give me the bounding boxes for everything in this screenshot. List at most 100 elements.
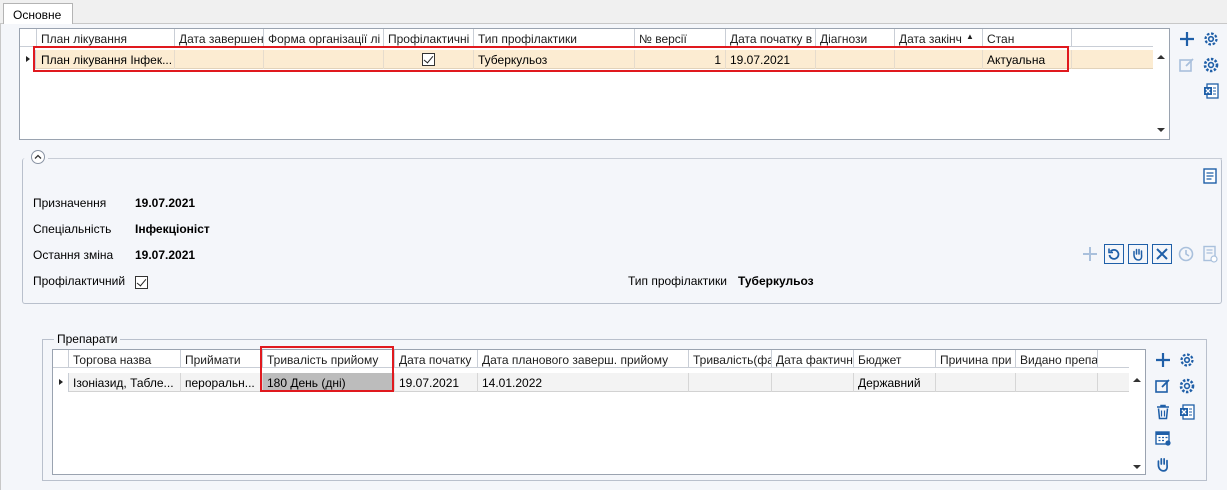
print-details-button[interactable]: [1200, 166, 1220, 186]
collapse-details-button[interactable]: [28, 147, 48, 167]
table-row[interactable]: Ізоніазид, Табле... пероральн... 180 Ден…: [53, 373, 1129, 392]
edit-plan-button[interactable]: [1177, 55, 1197, 75]
excel-export-icon: [1180, 404, 1195, 420]
cell-take[interactable]: пероральн...: [181, 373, 263, 392]
add-icon: [1156, 353, 1170, 367]
cell-fact-date[interactable]: [772, 373, 854, 392]
print-icon: [1203, 168, 1217, 184]
col-header-duration-fact[interactable]: Тривалість(фа: [689, 350, 772, 368]
details-panel-top-rule: [48, 158, 1222, 159]
cell-start[interactable]: 19.07.2021: [395, 373, 478, 392]
drug-settings-button[interactable]: [1177, 350, 1197, 370]
col-header-finish-date-label: Дата закінч: [899, 32, 962, 46]
delete-drug-button[interactable]: [1153, 402, 1173, 422]
grid-settings-icon: [1179, 378, 1195, 394]
tab-strip: Основне: [0, 0, 1227, 25]
hold-drug-button[interactable]: [1153, 454, 1173, 474]
tab-main-label: Основне: [13, 8, 62, 22]
add-drug-button[interactable]: [1153, 350, 1173, 370]
col-header-fact-date[interactable]: Дата фактичн: [772, 350, 854, 368]
restore-icon: [1108, 248, 1120, 260]
col-header-form[interactable]: Форма організації лі: [264, 29, 384, 47]
prevention-type-value: Туберкульоз: [738, 274, 814, 288]
cell-budget[interactable]: Державний: [854, 373, 936, 392]
col-header-trade-name[interactable]: Торгова назва: [69, 350, 181, 368]
scroll-down-icon[interactable]: [1133, 465, 1141, 469]
col-header-start[interactable]: Дата початку: [395, 350, 478, 368]
add-icon: [1083, 247, 1097, 261]
cell-planned-end[interactable]: 14.01.2022: [478, 373, 689, 392]
col-header-indicator: [20, 29, 37, 47]
col-header-preventive[interactable]: Профілактичні: [384, 29, 474, 47]
col-header-prevention-type[interactable]: Тип профілактики: [474, 29, 635, 47]
drugs-scrollbar[interactable]: [1129, 369, 1145, 474]
cell-reason[interactable]: [936, 373, 1016, 392]
plan-export-excel-button[interactable]: [1201, 81, 1221, 101]
hand-icon: [1133, 248, 1143, 261]
cell-duration-fact[interactable]: [689, 373, 772, 392]
document-button[interactable]: [1200, 244, 1220, 264]
col-header-start-date[interactable]: Дата початку в: [726, 29, 816, 47]
edit-icon: [1155, 379, 1170, 393]
cancel-button[interactable]: [1152, 244, 1172, 264]
col-header-plan[interactable]: План лікування: [37, 29, 175, 47]
sort-asc-icon: ▲: [966, 32, 974, 41]
highlight-duration: [260, 346, 394, 392]
drugs-grid: Торгова назва Приймати Тривалість прийом…: [52, 349, 1146, 475]
treatment-plan-header: План лікування Дата завершен Форма орган…: [20, 29, 1153, 47]
col-header-finish-date[interactable]: Дата закінч ▲: [895, 29, 983, 47]
edit-icon: [1179, 58, 1194, 72]
calendar-icon: [1155, 431, 1171, 446]
preventive-details-checkbox[interactable]: [135, 276, 148, 289]
col-header-budget[interactable]: Бюджет: [854, 350, 936, 368]
col-header-issued[interactable]: Видано препа: [1016, 350, 1098, 368]
settings-icon: [1204, 32, 1218, 46]
col-header-state[interactable]: Стан: [983, 29, 1072, 47]
cell-issued[interactable]: [1016, 373, 1098, 392]
row-indicator-icon: [53, 373, 69, 392]
hold-button[interactable]: [1128, 244, 1148, 264]
specialty-label: Спеціальність: [33, 222, 112, 236]
last-change-label: Остання зміна: [33, 248, 114, 262]
settings-icon: [1180, 353, 1194, 367]
last-change-value: 19.07.2021: [135, 248, 196, 262]
col-header-indicator: [53, 350, 69, 368]
restore-button[interactable]: [1104, 244, 1124, 264]
grid-settings-icon: [1203, 57, 1219, 73]
history-icon: [1178, 246, 1194, 262]
scroll-down-icon[interactable]: [1157, 128, 1165, 132]
appointment-value: 19.07.2021: [135, 196, 196, 210]
col-header-diagnoses[interactable]: Діагнози: [816, 29, 895, 47]
hand-icon: [1157, 458, 1168, 472]
edit-drug-button[interactable]: [1153, 376, 1173, 396]
add-icon: [1180, 32, 1194, 46]
scroll-up-icon[interactable]: [1133, 378, 1141, 382]
plan-grid-settings-button[interactable]: [1201, 55, 1221, 75]
drug-grid-settings-button[interactable]: [1177, 376, 1197, 396]
appointment-label: Призначення: [33, 196, 107, 210]
preventive-label: Профілактичний: [33, 274, 126, 288]
excel-export-icon: [1204, 83, 1219, 99]
cell-trade-name[interactable]: Ізоніазид, Табле...: [69, 373, 181, 392]
prevention-type-label: Тип профілактики: [628, 274, 727, 288]
col-header-version[interactable]: № версії: [635, 29, 726, 47]
specialty-value: Інфекціоніст: [135, 222, 210, 236]
col-header-reason[interactable]: Причина при: [936, 350, 1016, 368]
scroll-up-icon[interactable]: [1157, 55, 1165, 59]
col-header-planned-end[interactable]: Дата планового заверш. прийому: [478, 350, 689, 368]
add-plan-button[interactable]: [1177, 29, 1197, 49]
treatment-plan-scrollbar[interactable]: [1153, 48, 1169, 139]
delete-icon: [1156, 248, 1168, 260]
drug-export-excel-button[interactable]: [1177, 402, 1197, 422]
tab-main[interactable]: Основне: [3, 3, 73, 25]
details-add-button[interactable]: [1080, 244, 1100, 264]
col-header-take[interactable]: Приймати: [181, 350, 263, 368]
col-header-end-date[interactable]: Дата завершен: [175, 29, 264, 47]
trash-icon: [1157, 404, 1169, 420]
treatment-plan-grid: План лікування Дата завершен Форма орган…: [19, 28, 1170, 140]
drugs-group-title: Препарати: [54, 332, 121, 346]
document-icon: [1203, 245, 1218, 263]
history-button[interactable]: [1176, 244, 1196, 264]
plan-settings-button[interactable]: [1201, 29, 1221, 49]
schedule-drug-button[interactable]: [1153, 428, 1173, 448]
